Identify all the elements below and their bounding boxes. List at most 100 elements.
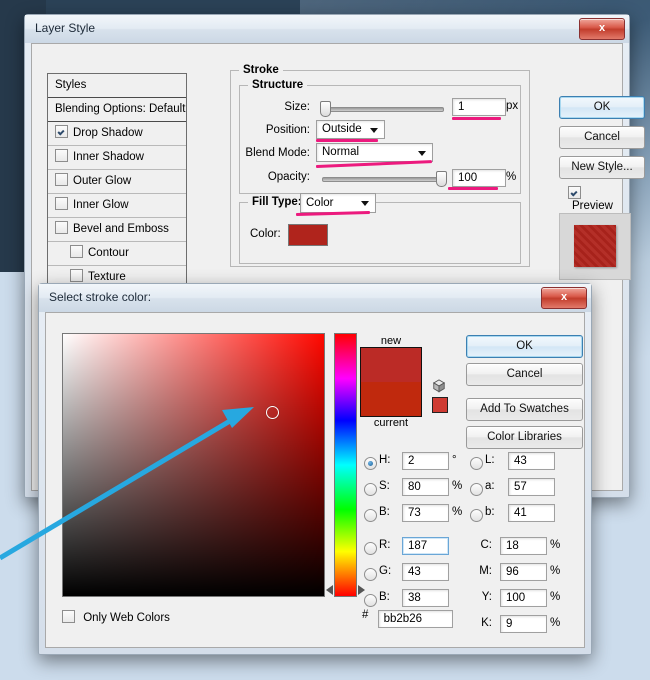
opacity-unit: % [506, 171, 516, 183]
style-item-checkbox[interactable] [70, 245, 83, 258]
style-item-checkbox[interactable] [70, 269, 83, 282]
opacity-input[interactable]: 100 [452, 169, 506, 187]
preview-checkbox-row[interactable]: Preview [568, 186, 622, 212]
field-value-g[interactable]: 43 [402, 563, 449, 581]
field-value-k[interactable]: 9 [500, 615, 547, 633]
size-slider-knob[interactable] [320, 101, 331, 117]
hue-arrow-right-icon[interactable] [358, 585, 365, 595]
field-key-y: Y: [470, 591, 492, 603]
new-style-button[interactable]: New Style... [559, 156, 645, 179]
style-list-item-7[interactable]: Contour [48, 242, 186, 266]
fill-type-label: Fill Type: [248, 196, 306, 208]
style-list-item-3[interactable]: Inner Shadow [48, 146, 186, 170]
blend-mode-value: Normal [322, 146, 359, 158]
picker-cancel-button[interactable]: Cancel [466, 363, 583, 386]
style-item-checkbox[interactable] [55, 125, 68, 138]
opacity-slider-knob[interactable] [436, 171, 447, 187]
color-marker-icon[interactable] [266, 406, 279, 419]
radio-a[interactable] [470, 483, 483, 496]
position-dropdown[interactable]: Outside [316, 120, 385, 139]
radio-r[interactable] [364, 542, 377, 555]
hue-slider[interactable] [334, 333, 357, 597]
preview-checkbox[interactable] [568, 186, 581, 199]
radio-b[interactable] [364, 594, 377, 607]
field-key-h: H: [379, 454, 399, 466]
style-list-item-1[interactable]: Blending Options: Default [48, 98, 186, 122]
radio-b[interactable] [364, 509, 377, 522]
new-current-swatch[interactable] [360, 347, 422, 417]
radio-s[interactable] [364, 483, 377, 496]
hex-input[interactable]: bb2b26 [378, 610, 453, 628]
hue-arrow-left-icon[interactable] [326, 585, 333, 595]
field-value-b[interactable]: 73 [402, 504, 449, 522]
current-color-swatch[interactable] [361, 382, 421, 416]
size-slider-track[interactable] [322, 107, 444, 112]
style-list-item-6[interactable]: Bevel and Emboss [48, 218, 186, 242]
current-color-label: current [360, 417, 422, 429]
size-unit: px [506, 100, 518, 112]
cancel-button[interactable]: Cancel [559, 126, 645, 149]
stroke-color-swatch[interactable] [288, 224, 328, 246]
style-list-item-4[interactable]: Outer Glow [48, 170, 186, 194]
annotation-size-underline [452, 117, 501, 120]
field-value-l[interactable]: 43 [508, 452, 555, 470]
field-key-r: R: [379, 539, 399, 551]
style-item-checkbox[interactable] [55, 173, 68, 186]
style-item-label: Inner Glow [73, 199, 129, 211]
field-value-m[interactable]: 96 [500, 563, 547, 581]
radio-h[interactable] [364, 457, 377, 470]
style-list-item-5[interactable]: Inner Glow [48, 194, 186, 218]
field-value-y[interactable]: 100 [500, 589, 547, 607]
layer-style-title: Layer Style [35, 21, 95, 35]
field-value-r[interactable]: 187 [402, 537, 449, 555]
size-input[interactable]: 1 [452, 98, 506, 116]
field-key-c: C: [470, 539, 492, 551]
out-of-gamut-warning-icon[interactable] [432, 379, 446, 393]
field-key-b: b: [485, 506, 505, 518]
structure-legend: Structure [248, 79, 307, 91]
field-value-a[interactable]: 57 [508, 478, 555, 496]
close-icon[interactable]: x [579, 18, 625, 40]
gamut-substitute-swatch[interactable] [432, 397, 448, 413]
field-key-g: G: [379, 565, 399, 577]
field-unit-k: % [550, 617, 560, 629]
blend-mode-dropdown[interactable]: Normal [316, 143, 433, 162]
color-libraries-button[interactable]: Color Libraries [466, 426, 583, 449]
opacity-slider-track[interactable] [322, 177, 444, 182]
new-color-label: new [360, 335, 422, 347]
only-web-colors-row[interactable]: Only Web Colors [62, 610, 170, 624]
only-web-colors-label: Only Web Colors [83, 612, 170, 624]
field-key-a: a: [485, 480, 505, 492]
radio-g[interactable] [364, 568, 377, 581]
field-value-b[interactable]: 41 [508, 504, 555, 522]
close-icon[interactable]: x [541, 287, 587, 309]
radio-b[interactable] [470, 509, 483, 522]
preview-swatch [574, 225, 616, 267]
picker-ok-button[interactable]: OK [466, 335, 583, 358]
field-unit-m: % [550, 565, 560, 577]
add-to-swatches-button[interactable]: Add To Swatches [466, 398, 583, 421]
field-value-c[interactable]: 18 [500, 537, 547, 555]
style-list-item-2[interactable]: Drop Shadow [48, 122, 186, 146]
color-picker-window: Select stroke color: x new current [38, 283, 592, 655]
new-current-preview: new current [360, 335, 422, 429]
style-item-checkbox[interactable] [55, 197, 68, 210]
only-web-colors-checkbox[interactable] [62, 610, 75, 623]
field-unit-h: ° [452, 454, 457, 466]
annotation-position-underline [316, 139, 378, 142]
field-value-s[interactable]: 80 [402, 478, 449, 496]
style-list-item-0[interactable]: Styles [48, 74, 186, 98]
hex-row[interactable]: # bb2b26 [362, 609, 453, 628]
field-value-b[interactable]: 38 [402, 589, 449, 607]
field-key-k: K: [470, 617, 492, 629]
ok-button[interactable]: OK [559, 96, 645, 119]
fill-type-dropdown[interactable]: Color [300, 193, 376, 213]
opacity-label: Opacity: [250, 171, 310, 183]
field-value-h[interactable]: 2 [402, 452, 449, 470]
saturation-value-field[interactable] [62, 333, 325, 597]
radio-l[interactable] [470, 457, 483, 470]
styles-list[interactable]: StylesBlending Options: DefaultDrop Shad… [47, 73, 187, 300]
style-item-checkbox[interactable] [55, 221, 68, 234]
style-item-checkbox[interactable] [55, 149, 68, 162]
stroke-group: Stroke Structure Size: 1 px Position: Ou… [230, 70, 530, 267]
